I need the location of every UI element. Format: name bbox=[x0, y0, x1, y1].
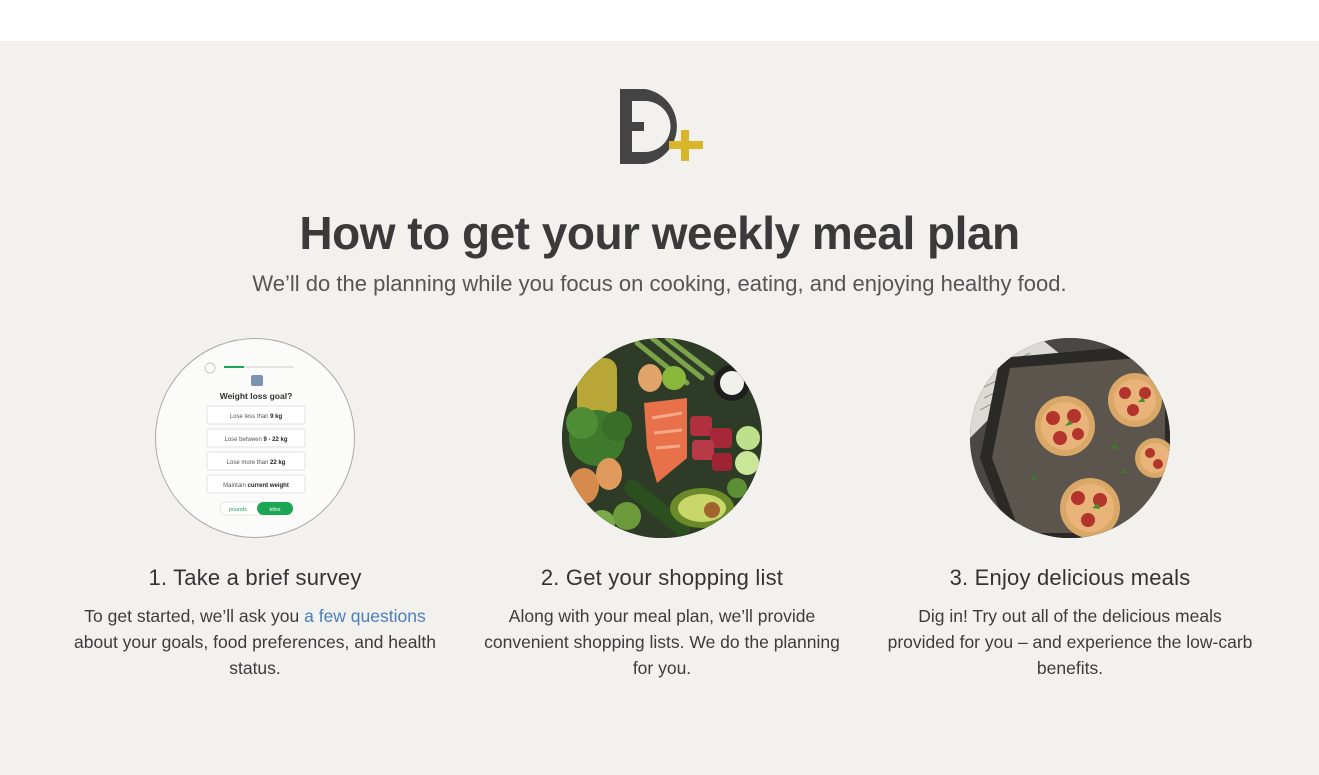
step-description: Along with your meal plan, we’ll provide… bbox=[484, 606, 840, 678]
svg-text:Lose less than 9 kg: Lose less than 9 kg bbox=[230, 414, 283, 420]
step-description: To get started, we’ll ask you a few ques… bbox=[74, 606, 436, 678]
top-bar bbox=[0, 0, 1319, 41]
survey-option[interactable]: Lose more than 22 kg bbox=[206, 451, 306, 471]
unit-toggle[interactable]: pounds kilos bbox=[219, 501, 294, 516]
svg-text:Maintain current weight: Maintain current weight bbox=[223, 483, 289, 489]
step-title: 1. Take a brief survey bbox=[148, 565, 362, 590]
groceries-image bbox=[562, 338, 762, 538]
page-subtitle: We’ll do the planning while you focus on… bbox=[252, 271, 1067, 296]
step-survey: Weight loss goal? Lose less than 9 kg Lo… bbox=[65, 338, 445, 681]
svg-text:Lose more than 22 kg: Lose more than 22 kg bbox=[227, 460, 286, 466]
step-title: 2. Get your shopping list bbox=[540, 565, 784, 590]
survey-option[interactable]: Lose between 9 - 22 kg bbox=[206, 428, 306, 448]
step-title: 3. Enjoy delicious meals bbox=[949, 565, 1191, 590]
pizzas-image bbox=[970, 338, 1170, 538]
meal-plan-section: How to get your weekly meal plan We’ll d… bbox=[0, 41, 1319, 775]
survey-option[interactable]: Maintain current weight bbox=[206, 474, 306, 494]
step-shopping-list: 2. Get your shopping list Along with you… bbox=[472, 338, 852, 681]
page-title: How to get your weekly meal plan bbox=[299, 207, 1020, 259]
step-description: Dig in! Try out all of the delicious mea… bbox=[887, 606, 1253, 678]
diet-doctor-plus-logo[interactable] bbox=[617, 86, 707, 166]
survey-option[interactable]: Lose less than 9 kg bbox=[206, 405, 306, 425]
svg-text:Lose between 9 - 22 kg: Lose between 9 - 22 kg bbox=[224, 437, 287, 443]
step-enjoy-meals: 3. Enjoy delicious meals Dig in! Try out… bbox=[880, 338, 1260, 681]
svg-text:pounds: pounds bbox=[229, 507, 247, 513]
svg-text:kilos: kilos bbox=[269, 507, 280, 513]
survey-screenshot-image: Weight loss goal? Lose less than 9 kg Lo… bbox=[155, 338, 355, 538]
few-questions-link[interactable]: a few questions bbox=[304, 606, 426, 626]
survey-question: Weight loss goal? bbox=[220, 391, 293, 401]
